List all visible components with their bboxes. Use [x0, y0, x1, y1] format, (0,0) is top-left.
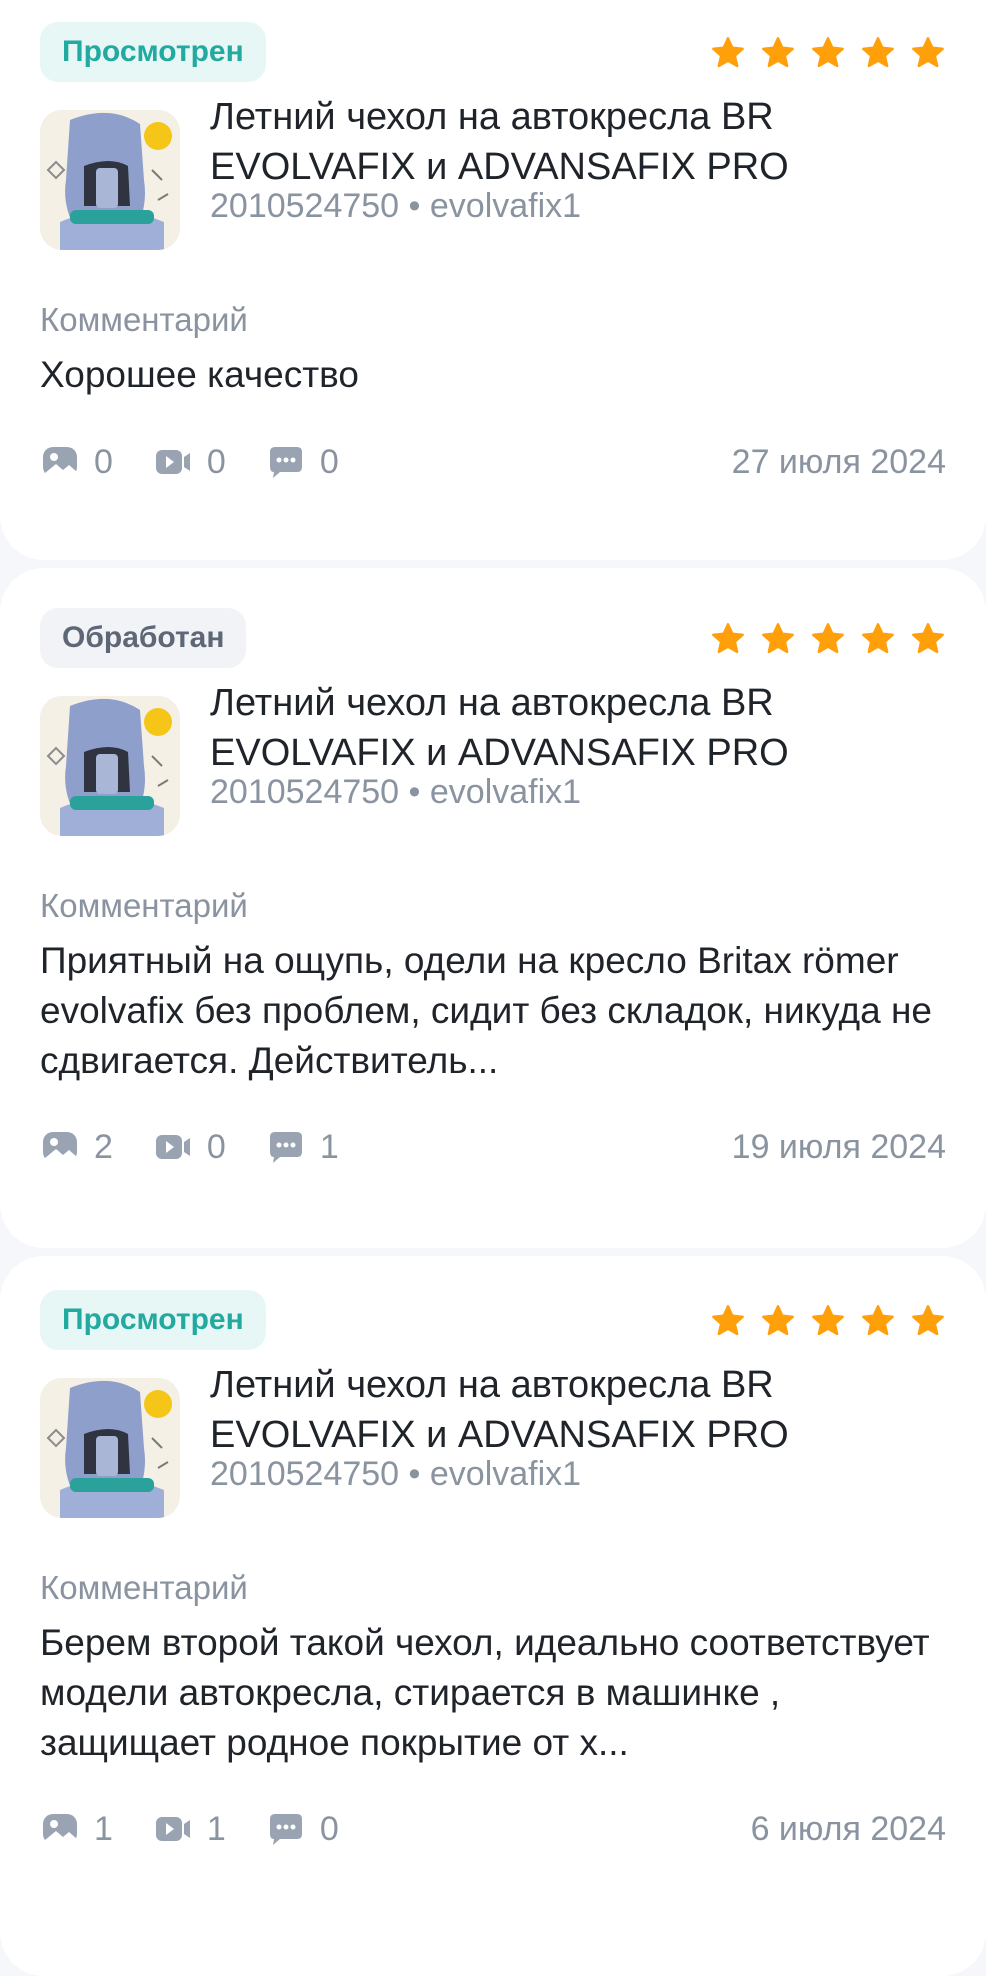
star-icon: [910, 621, 946, 657]
star-icon: [860, 35, 896, 71]
rating-stars: [710, 1303, 946, 1339]
photo-icon: [40, 442, 80, 482]
comment-label: Комментарий: [40, 887, 248, 924]
star-icon: [710, 621, 746, 657]
star-icon: [760, 1303, 796, 1339]
rating-stars: [710, 621, 946, 657]
videos-stat[interactable]: 1: [153, 1809, 226, 1849]
replies-count: 0: [319, 443, 339, 481]
replies-stat[interactable]: 1: [266, 1127, 339, 1167]
comment-text: Берем второй такой чехол, идеально соотв…: [40, 1622, 930, 1763]
videos-stat[interactable]: 0: [153, 1127, 226, 1167]
star-icon: [760, 35, 796, 71]
photos-count: 1: [94, 1810, 113, 1848]
product-thumbnail[interactable]: [40, 110, 180, 250]
product-meta: 2010524750 • evolvafix1: [210, 187, 582, 225]
videos-stat[interactable]: 0: [153, 442, 226, 482]
product-meta: 2010524750 • evolvafix1: [210, 1455, 582, 1493]
comment-label: Комментарий: [40, 301, 248, 338]
star-icon: [810, 35, 846, 71]
product-meta: 2010524750 • evolvafix1: [210, 773, 582, 811]
photo-icon: [40, 1127, 80, 1167]
star-icon: [710, 35, 746, 71]
star-icon: [760, 621, 796, 657]
review-date: 19 июля 2024: [731, 1128, 946, 1166]
status-badge: Обработан: [40, 608, 247, 668]
video-icon: [153, 1809, 193, 1849]
photo-icon: [40, 1809, 80, 1849]
star-icon: [860, 1303, 896, 1339]
replies-stat[interactable]: 0: [266, 442, 339, 482]
reviews-feed: Просмотрен Летний чехол на автокресла BR…: [0, 0, 986, 1976]
review-date: 6 июля 2024: [750, 1810, 946, 1848]
video-icon: [153, 1127, 193, 1167]
review-stats: 0 0 0: [40, 440, 379, 484]
star-icon: [860, 621, 896, 657]
status-badge: Просмотрен: [40, 22, 266, 82]
star-icon: [910, 35, 946, 71]
star-icon: [910, 1303, 946, 1339]
review-card[interactable]: Просмотрен Летний чехол на автокресла BR…: [0, 0, 986, 560]
review-stats: 2 0 1: [40, 1125, 379, 1169]
replies-stat[interactable]: 0: [266, 1809, 339, 1849]
review-card[interactable]: Просмотрен Летний чехол на автокресла BR…: [0, 1256, 986, 1976]
photos-stat[interactable]: 2: [40, 1127, 113, 1167]
review-stats: 1 1 0: [40, 1807, 379, 1851]
video-icon: [153, 442, 193, 482]
product-thumbnail[interactable]: [40, 1378, 180, 1518]
review-date: 27 июля 2024: [731, 443, 946, 481]
chat-icon: [266, 442, 306, 482]
chat-icon: [266, 1809, 306, 1849]
videos-count: 0: [206, 443, 226, 481]
videos-count: 1: [206, 1810, 226, 1848]
photos-stat[interactable]: 0: [40, 442, 113, 482]
rating-stars: [710, 35, 946, 71]
photos-stat[interactable]: 1: [40, 1809, 113, 1849]
comment-label: Комментарий: [40, 1569, 248, 1606]
star-icon: [810, 621, 846, 657]
product-thumbnail[interactable]: [40, 696, 180, 836]
review-card[interactable]: Обработан Летний чехол на автокресла BR …: [0, 568, 986, 1248]
comment-text: Приятный на ощупь, одели на кресло Brita…: [40, 940, 932, 1081]
photos-count: 0: [94, 443, 113, 481]
star-icon: [710, 1303, 746, 1339]
status-badge: Просмотрен: [40, 1290, 266, 1350]
product-title[interactable]: Летний чехол на автокресла BR EVOLVAFIX …: [210, 92, 930, 192]
product-title[interactable]: Летний чехол на автокресла BR EVOLVAFIX …: [210, 678, 930, 778]
product-title[interactable]: Летний чехол на автокресла BR EVOLVAFIX …: [210, 1360, 930, 1460]
videos-count: 0: [206, 1128, 226, 1166]
replies-count: 1: [319, 1128, 339, 1166]
photos-count: 2: [94, 1128, 113, 1166]
comment-text: Хорошее качество: [40, 354, 359, 395]
replies-count: 0: [319, 1810, 339, 1848]
chat-icon: [266, 1127, 306, 1167]
star-icon: [810, 1303, 846, 1339]
